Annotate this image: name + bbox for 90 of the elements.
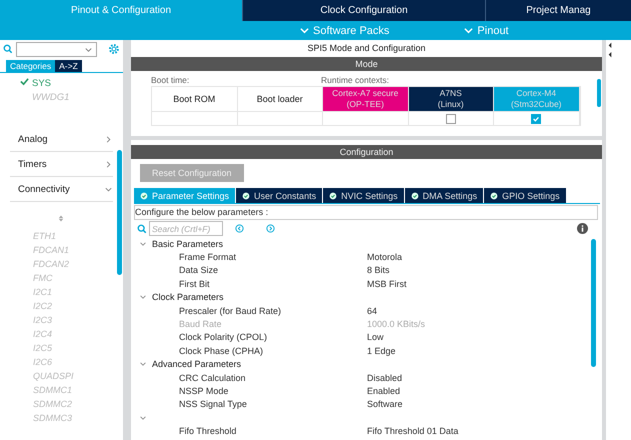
chevron-down-icon	[300, 26, 309, 35]
peripheral-item[interactable]: I2C6	[0, 355, 123, 369]
section-header: Configuration	[131, 145, 602, 159]
peripheral-item[interactable]: I2C2	[0, 299, 123, 313]
parameter-name: Frame Format	[178, 252, 238, 262]
chevron-down-icon	[464, 26, 474, 35]
hint-text: Configure the below parameters :	[134, 205, 598, 220]
category-item[interactable]: Analog	[10, 127, 113, 152]
context-header: Cortex-A7 secure (OP-TEE)	[323, 87, 408, 111]
top-tab[interactable]: Pinout & Configuration	[0, 0, 243, 21]
sort-icon[interactable]	[58, 214, 64, 223]
config-tab[interactable]: DMA Settings	[404, 188, 484, 203]
scrollbar[interactable]	[117, 150, 122, 275]
parameter-name: NSSP Mode	[178, 386, 230, 396]
peripheral-item[interactable]: I2C1	[0, 285, 123, 299]
parameter-value[interactable]: Disabled	[367, 372, 402, 383]
group-label: Advanced Parameters	[152, 359, 242, 370]
peripheral-item[interactable]: FDCAN1	[0, 243, 123, 257]
search-icon	[3, 44, 13, 54]
category-item[interactable]: Timers	[10, 152, 113, 177]
view-tab[interactable]: Categories	[6, 60, 56, 72]
reset-button[interactable]: Reset Configuration	[140, 164, 244, 182]
context-header: Cortex-M4 (Stm32Cube)	[494, 87, 580, 111]
peripheral-item[interactable]: ETH1	[0, 229, 123, 243]
peripheral-item[interactable]: SDMMC3	[0, 411, 123, 425]
previous-icon[interactable]	[235, 224, 244, 233]
parameter-name: Clock Phase (CPHA)	[178, 346, 264, 356]
parameter-name: Baud Rate	[178, 319, 223, 330]
check-icon	[532, 114, 540, 122]
context-checkbox[interactable]	[446, 114, 456, 124]
parameter-value[interactable]: MSB First	[367, 278, 406, 289]
peripheral-item[interactable]: WWDG1	[0, 91, 123, 105]
parameter-value[interactable]: Motorola	[367, 252, 402, 262]
peripheral-item[interactable]: I2C3	[0, 313, 123, 327]
group-label: Basic Parameters	[152, 238, 224, 249]
peripheral-item[interactable]: FDCAN2	[0, 257, 123, 271]
parameter-value[interactable]: 8 Bits	[367, 265, 390, 276]
parameter-name: NSS Signal Type	[178, 399, 248, 410]
search-icon	[137, 224, 147, 234]
context-checkbox[interactable]	[531, 114, 542, 124]
parameter-name: Clock Polarity (CPOL)	[178, 332, 268, 342]
runtime-label: Runtime contexts:	[321, 75, 390, 86]
section-header: Mode	[131, 57, 602, 71]
config-tab[interactable]: GPIO Settings	[484, 188, 567, 203]
group-label: Clock Parameters	[152, 292, 224, 302]
peripheral-item[interactable]: QUADSPI	[0, 369, 123, 383]
info-icon[interactable]	[577, 223, 588, 234]
panel-title: SPI5 Mode and Configuration	[306, 42, 427, 55]
config-tab[interactable]: NVIC Settings	[323, 188, 405, 203]
peripheral-item[interactable]: I2C5	[0, 341, 123, 355]
boot-time-label: Boot time:	[151, 75, 190, 86]
parameter-name: Fifo Threshold	[178, 426, 238, 436]
parameter-value[interactable]: Enabled	[367, 386, 400, 396]
config-tab[interactable]: Parameter Settings	[134, 188, 236, 203]
check-circle-icon	[490, 192, 498, 200]
check-circle-icon	[140, 192, 148, 200]
menu-button[interactable]: Software Packs	[300, 24, 390, 36]
search-field[interactable]: Search (Crtl+F)	[149, 221, 223, 236]
context-header: Boot ROM	[152, 87, 238, 111]
parameter-value[interactable]: Fifo Threshold 01 Data	[367, 426, 458, 436]
parameter-value[interactable]: 1 Edge	[367, 346, 396, 356]
check-circle-icon	[242, 192, 250, 200]
parameter-name: Data Size	[178, 265, 220, 276]
search-combo[interactable]	[16, 42, 98, 56]
peripheral-item[interactable]: SYS	[0, 77, 123, 91]
scrollbar[interactable]	[597, 79, 601, 107]
peripheral-item[interactable]: FMC	[0, 271, 123, 285]
menu-button[interactable]: Pinout	[464, 24, 509, 36]
parameter-value[interactable]: Software	[367, 399, 403, 410]
chevron-right-icon[interactable]	[104, 134, 113, 144]
peripheral-item[interactable]: SDMMC1	[0, 383, 123, 397]
context-header: A7NS (Linux)	[408, 87, 494, 111]
view-tab[interactable]: A->Z	[55, 60, 82, 72]
next-icon[interactable]	[266, 224, 275, 233]
scrollbar[interactable]	[591, 239, 596, 367]
category-item[interactable]: Connectivity	[10, 177, 113, 202]
parameter-name: CRC Calculation	[178, 372, 247, 383]
parameter-value[interactable]: Low	[367, 332, 384, 342]
peripheral-item[interactable]: I2C4	[0, 327, 123, 341]
parameter-name: Prescaler (for Baud Rate)	[178, 306, 282, 316]
config-tab[interactable]: User Constants	[236, 188, 324, 203]
collapse-icon[interactable]	[608, 42, 612, 58]
parameter-name: First Bit	[178, 278, 210, 289]
check-circle-icon	[329, 192, 338, 200]
settings-icon[interactable]	[108, 43, 120, 55]
chevron-right-icon[interactable]	[104, 160, 113, 168]
check-circle-icon	[410, 192, 419, 200]
parameter-value[interactable]: 64	[367, 306, 378, 316]
check-icon	[20, 77, 29, 86]
peripheral-item[interactable]: SDMMC2	[0, 397, 123, 411]
